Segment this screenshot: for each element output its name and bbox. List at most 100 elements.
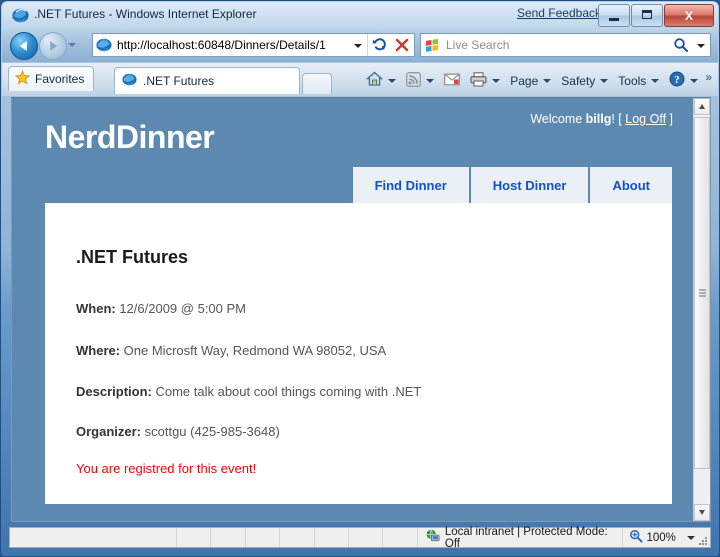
dinner-title: .NET Futures xyxy=(76,247,189,267)
page-viewport: NerdDinner Welcome billg! [ Log Off ] Fi… xyxy=(11,97,711,522)
chevron-down-icon[interactable] xyxy=(690,78,699,83)
registration-message: You are registred for this event! xyxy=(76,461,257,476)
address-bar[interactable]: http://localhost:60848/Dinners/Details/1 xyxy=(92,33,415,57)
field-description-value: Come talk about cool things coming with … xyxy=(151,384,422,399)
nerddinner-page: NerdDinner Welcome billg! [ Log Off ] Fi… xyxy=(12,98,693,521)
send-feedback-link[interactable]: Send Feedback xyxy=(517,6,601,20)
field-where-value: One Microsft Way, Redmond WA 98052, USA xyxy=(120,343,387,358)
search-input[interactable]: Live Search xyxy=(446,38,670,52)
status-slot-4 xyxy=(280,528,315,547)
security-zone[interactable]: Local intranet | Protected Mode: Off xyxy=(418,525,624,550)
help-menu[interactable]: ? xyxy=(664,68,703,93)
field-where-label: Where: xyxy=(76,343,121,358)
status-slot-5 xyxy=(315,528,350,547)
status-bar: Local intranet | Protected Mode: Off 100… xyxy=(9,525,711,550)
minimize-button[interactable] xyxy=(598,4,630,27)
chevron-down-icon[interactable] xyxy=(543,78,552,83)
nav-find-dinner[interactable]: Find Dinner xyxy=(352,167,469,203)
title-bar: .NET Futures - Windows Internet Explorer… xyxy=(2,2,718,29)
grip-icon xyxy=(699,289,706,297)
chevron-down-icon[interactable] xyxy=(686,535,695,540)
close-icon[interactable] xyxy=(391,34,414,56)
read-mail-button[interactable] xyxy=(439,70,465,92)
field-organizer-label: Organizer: xyxy=(76,424,142,439)
forward-button[interactable] xyxy=(39,32,67,60)
internet-explorer-icon xyxy=(122,72,137,90)
maximize-button[interactable] xyxy=(631,4,663,27)
field-when-label: When: xyxy=(76,301,116,316)
tools-menu[interactable]: Tools xyxy=(613,71,664,91)
windows-logo-icon xyxy=(425,38,440,53)
print-button[interactable] xyxy=(465,69,505,93)
status-slot-3 xyxy=(246,528,281,547)
vertical-scrollbar[interactable] xyxy=(693,98,710,521)
tab-label: .NET Futures xyxy=(143,74,215,88)
scroll-up-button[interactable] xyxy=(694,98,710,115)
field-when-value: 12/6/2009 @ 5:00 PM xyxy=(115,301,246,316)
chevron-down-icon[interactable] xyxy=(600,78,609,83)
back-button[interactable] xyxy=(10,32,38,60)
home-button[interactable] xyxy=(361,68,401,93)
recent-pages-icon[interactable] xyxy=(68,43,76,47)
chevron-down-icon[interactable] xyxy=(492,78,501,83)
chevron-down-icon[interactable] xyxy=(692,34,710,56)
refresh-icon[interactable] xyxy=(367,34,391,56)
nav-host-dinner[interactable]: Host Dinner xyxy=(470,167,589,203)
globe-monitor-icon xyxy=(425,529,440,546)
new-tab-button[interactable] xyxy=(302,73,332,94)
security-zone-text: Local intranet | Protected Mode: Off xyxy=(444,525,608,550)
search-box[interactable]: Live Search xyxy=(420,33,711,57)
scroll-down-button[interactable] xyxy=(694,504,710,521)
field-when: When: 12/6/2009 @ 5:00 PM xyxy=(76,301,246,316)
field-description-label: Description: xyxy=(76,384,152,399)
login-status: Welcome billg! [ Log Off ] xyxy=(530,112,673,126)
window-controls: X xyxy=(598,4,714,27)
overflow-chevron-icon[interactable]: » xyxy=(703,70,714,92)
chevron-down-icon[interactable] xyxy=(426,78,435,83)
favorites-button[interactable]: Favorites xyxy=(8,66,95,91)
star-icon xyxy=(14,70,31,88)
address-value[interactable]: http://localhost:60848/Dinners/Details/1 xyxy=(117,38,349,52)
search-icon[interactable] xyxy=(670,34,692,56)
close-button[interactable]: X xyxy=(664,4,714,27)
site-logo[interactable]: NerdDinner xyxy=(45,119,215,156)
scrollbar-thumb[interactable] xyxy=(694,117,710,469)
chevron-down-icon[interactable] xyxy=(388,78,397,83)
tools-menu-label: Tools xyxy=(618,73,647,88)
svg-text:?: ? xyxy=(675,74,681,86)
status-slot-6 xyxy=(349,528,384,547)
page-menu-label: Page xyxy=(510,73,539,88)
internet-explorer-icon xyxy=(12,7,29,24)
zoom-level: 100% xyxy=(646,531,676,544)
safety-menu-label: Safety xyxy=(561,73,596,88)
printer-icon xyxy=(470,71,487,90)
field-description: Description: Come talk about cool things… xyxy=(76,384,421,399)
navigation-bar: http://localhost:60848/Dinners/Details/1 xyxy=(2,29,718,62)
field-organizer-value: scottgu (425-985-3648) xyxy=(141,424,280,439)
help-icon: ? xyxy=(669,71,685,90)
tab-strip: .NET Futures xyxy=(114,67,332,94)
rss-icon xyxy=(406,71,422,90)
resize-grip-icon[interactable] xyxy=(696,534,708,546)
content-panel: .NET Futures When: 12/6/2009 @ 5:00 PM W… xyxy=(45,203,672,504)
nav-about[interactable]: About xyxy=(590,167,672,203)
feeds-button[interactable] xyxy=(401,69,439,93)
mail-icon xyxy=(444,73,461,89)
chevron-down-icon[interactable] xyxy=(349,34,367,56)
page-menu[interactable]: Page xyxy=(505,71,556,91)
status-slot-7 xyxy=(383,528,418,547)
welcome-prefix: Welcome xyxy=(530,112,586,126)
field-organizer: Organizer: scottgu (425-985-3648) xyxy=(76,424,280,439)
field-where: Where: One Microsft Way, Redmond WA 9805… xyxy=(76,343,386,358)
chevron-down-icon[interactable] xyxy=(651,78,660,83)
login-separator: ! [ xyxy=(611,112,626,126)
status-message-zone xyxy=(10,528,178,547)
main-navigation: Find Dinner Host Dinner About xyxy=(352,167,672,203)
browser-tab[interactable]: .NET Futures xyxy=(114,67,300,94)
safety-menu[interactable]: Safety xyxy=(556,71,613,91)
status-slot-1 xyxy=(177,528,212,547)
tab-bar: Favorites .NET Futures Page Safety Tools… xyxy=(2,63,718,96)
favorites-label: Favorites xyxy=(35,72,85,86)
home-icon xyxy=(365,71,384,90)
log-off-link[interactable]: Log Off xyxy=(625,112,666,126)
